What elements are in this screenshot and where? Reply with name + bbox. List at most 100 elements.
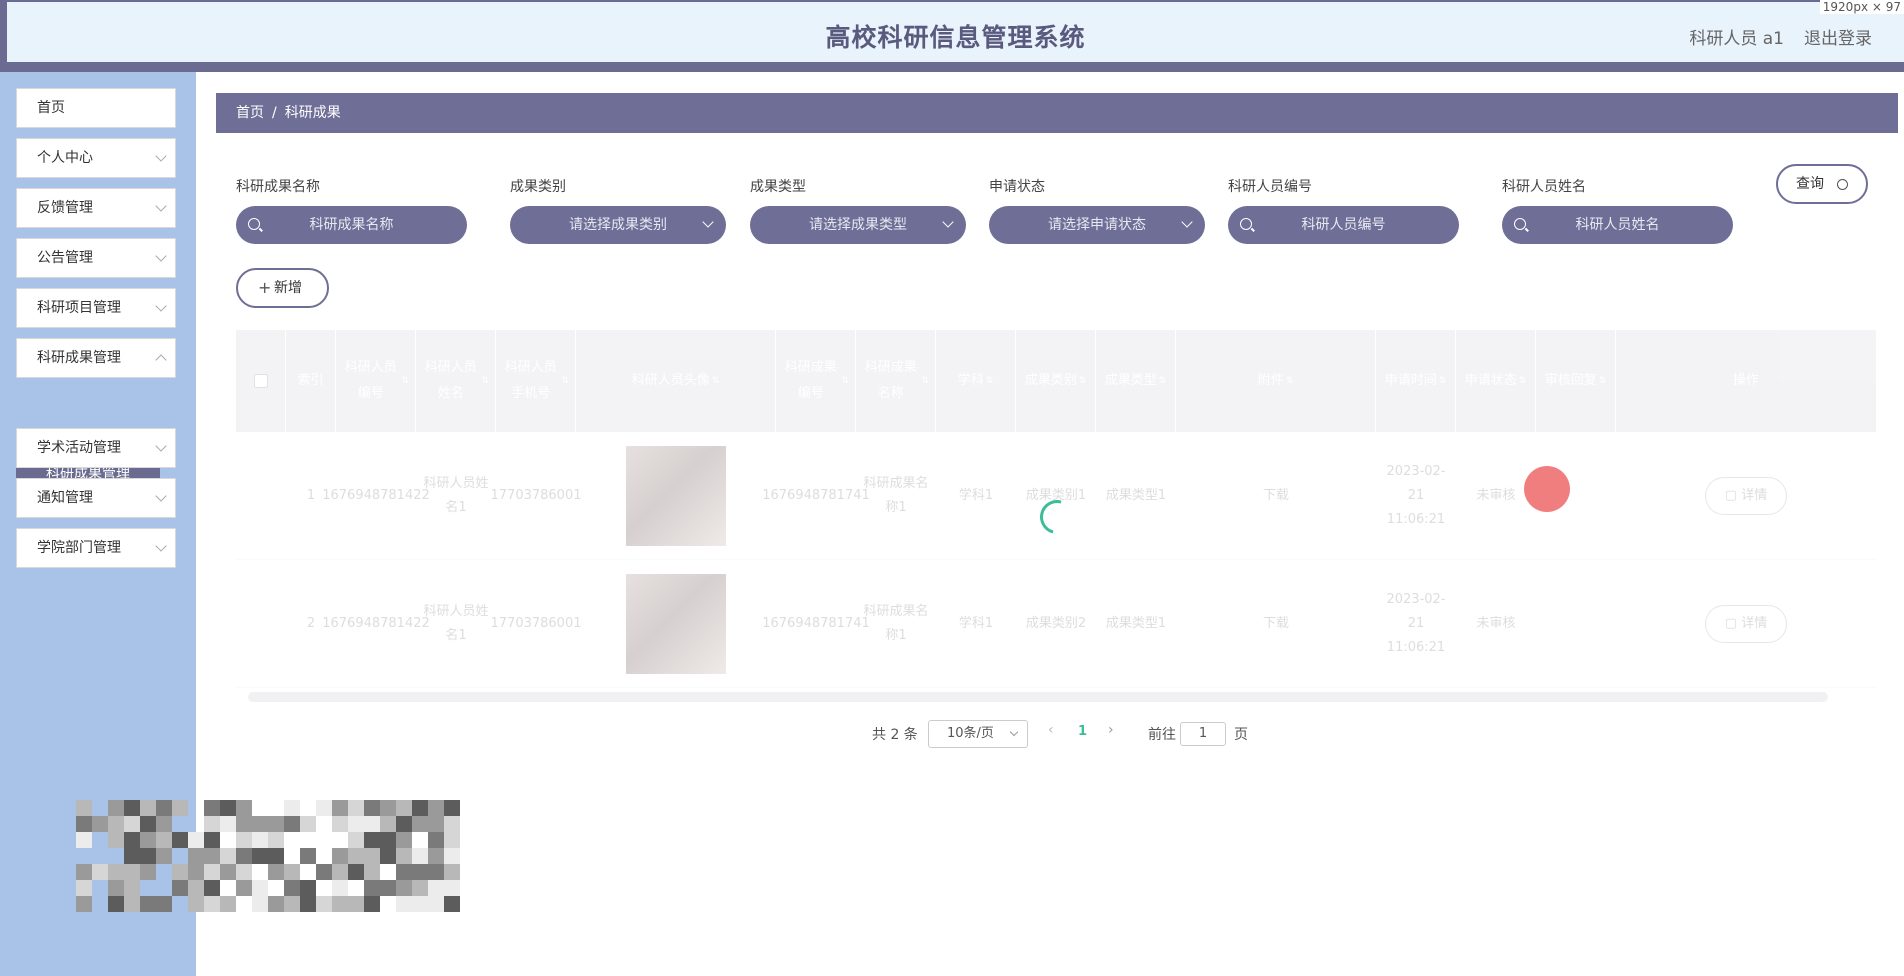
sidebar-item-notifications[interactable]: 通知管理 (16, 478, 176, 518)
mosaic-cell (428, 800, 444, 816)
th-researcher-avatar[interactable]: 科研人员头像 ⇅ (576, 330, 776, 432)
mosaic-cell (140, 800, 156, 816)
download-link[interactable]: 下载 (1176, 560, 1376, 688)
select-all-checkbox[interactable] (253, 374, 268, 388)
mosaic-cell (156, 832, 172, 848)
cell-researcher-id: 1676948781422 (322, 488, 430, 503)
result-name-input[interactable]: 科研成果名称 (236, 206, 467, 244)
mosaic-cell (124, 816, 140, 832)
mosaic-cell (364, 832, 380, 848)
th-subject[interactable]: 学科 ⇅ (936, 330, 1016, 432)
chevron-down-icon (155, 250, 167, 262)
apply-status-select[interactable]: 请选择申请状态 (989, 206, 1205, 244)
sidebar-item-home[interactable]: 首页 (16, 88, 176, 128)
mosaic-cell (108, 896, 124, 912)
page-number-current[interactable]: 1 (1078, 724, 1087, 739)
mosaic-cell (396, 848, 412, 864)
sidebar-item-departments[interactable]: 学院部门管理 (16, 528, 176, 568)
mosaic-cell (188, 896, 204, 912)
mosaic-cell (220, 800, 236, 816)
result-category-select[interactable]: 请选择成果类别 (510, 206, 726, 244)
th-result-category[interactable]: 成果类别 ⇅ (1016, 330, 1096, 432)
cell-result-type: 成果类型1 (1105, 488, 1167, 503)
app-title: 高校科研信息管理系统 (825, 23, 1086, 52)
avatar[interactable] (626, 446, 726, 546)
mosaic-cell (444, 832, 460, 848)
mosaic-cell (444, 848, 460, 864)
mosaic-cell (76, 896, 92, 912)
th-result-type[interactable]: 成果类型 ⇅ (1096, 330, 1176, 432)
th-apply-time[interactable]: 申请时间 ⇅ (1376, 330, 1456, 432)
query-button[interactable]: 查询 (1776, 164, 1868, 204)
sidebar-item-announcement[interactable]: 公告管理 (16, 238, 176, 278)
mosaic-cell (428, 880, 444, 896)
mosaic-cell (108, 832, 124, 848)
th-apply-status[interactable]: 申请状态 ⇅ (1456, 330, 1536, 432)
researcher-id-input[interactable]: 科研人员编号 (1228, 206, 1459, 244)
cell-apply-status: 未审核 (1476, 488, 1516, 503)
goto-page-input[interactable]: 1 (1180, 722, 1226, 746)
select-all-cell (236, 330, 286, 432)
mosaic-cell (188, 864, 204, 880)
detail-button[interactable]: ▢ 详情 (1705, 477, 1787, 515)
mosaic-cell (236, 816, 252, 832)
sidebar-item-academic-activities[interactable]: 学术活动管理 (16, 428, 176, 468)
download-link[interactable]: 下载 (1176, 432, 1376, 560)
sort-icon: ⇅ (841, 376, 849, 386)
mosaic-cell (332, 848, 348, 864)
mosaic-cell (284, 864, 300, 880)
avatar[interactable] (626, 574, 726, 674)
sidebar-item-feedback[interactable]: 反馈管理 (16, 188, 176, 228)
mosaic-cell (108, 864, 124, 880)
mosaic-cell (396, 896, 412, 912)
mosaic-cell (332, 880, 348, 896)
mosaic-cell (204, 832, 220, 848)
logout-link[interactable]: 退出登录 (1804, 24, 1872, 49)
mosaic-cell (284, 800, 300, 816)
breadcrumb: 首页 / 科研成果 (216, 93, 1898, 133)
table-horizontal-scrollbar[interactable] (248, 692, 1828, 702)
page-size-select[interactable]: 10条/页 (928, 720, 1028, 748)
mosaic-cell (76, 800, 92, 816)
mosaic-cell (444, 896, 460, 912)
mosaic-cell (76, 880, 92, 896)
cell-result-type: 成果类型1 (1105, 616, 1167, 631)
breadcrumb-home[interactable]: 首页 (236, 105, 264, 121)
th-researcher-name[interactable]: 科研人员姓名 ⇅ (416, 330, 496, 432)
mosaic-cell (380, 832, 396, 848)
researcher-name-input[interactable]: 科研人员姓名 (1502, 206, 1733, 244)
sort-icon: ⇅ (985, 376, 994, 386)
th-result-id[interactable]: 科研成果编号 ⇅ (776, 330, 856, 432)
mosaic-cell (364, 848, 380, 864)
mosaic-cell (380, 800, 396, 816)
next-page-button[interactable]: › (1108, 722, 1114, 738)
cell-researcher-name: 科研人员姓名1 (423, 604, 489, 643)
chevron-down-icon (155, 300, 167, 312)
add-button[interactable]: + 新增 (236, 268, 329, 308)
mosaic-cell (236, 800, 252, 816)
th-attachment[interactable]: 附件 ⇅ (1176, 330, 1376, 432)
mosaic-cell (364, 880, 380, 896)
mosaic-cell (92, 816, 108, 832)
th-review-reply[interactable]: 审核回复 ⇅ (1536, 330, 1616, 432)
result-type-select[interactable]: 请选择成果类型 (750, 206, 966, 244)
sidebar-item-label: 科研项目管理 (37, 300, 121, 316)
th-researcher-id[interactable]: 科研人员编号 ⇅ (336, 330, 416, 432)
sidebar-item-label: 学术活动管理 (37, 440, 121, 456)
detail-button[interactable]: ▢ 详情 (1705, 605, 1787, 643)
sort-icon: ⇅ (1438, 376, 1447, 386)
sidebar-item-label: 个人中心 (37, 150, 93, 166)
sidebar-item-label: 公告管理 (37, 250, 93, 266)
mosaic-cell (316, 896, 332, 912)
mosaic-cell (252, 832, 268, 848)
sidebar-item-personal-center[interactable]: 个人中心 (16, 138, 176, 178)
mosaic-cell (108, 816, 124, 832)
sidebar-item-research-projects[interactable]: 科研项目管理 (16, 288, 176, 328)
th-result-name[interactable]: 科研成果名称 ⇅ (856, 330, 936, 432)
sort-icon: ⇅ (711, 376, 720, 386)
prev-page-button[interactable]: ‹ (1048, 722, 1054, 738)
th-researcher-phone[interactable]: 科研人员手机号 ⇅ (496, 330, 576, 432)
mosaic-cell (140, 816, 156, 832)
cell-researcher-id: 1676948781422 (322, 616, 430, 631)
sidebar-item-research-results[interactable]: 科研成果管理 (16, 338, 176, 378)
